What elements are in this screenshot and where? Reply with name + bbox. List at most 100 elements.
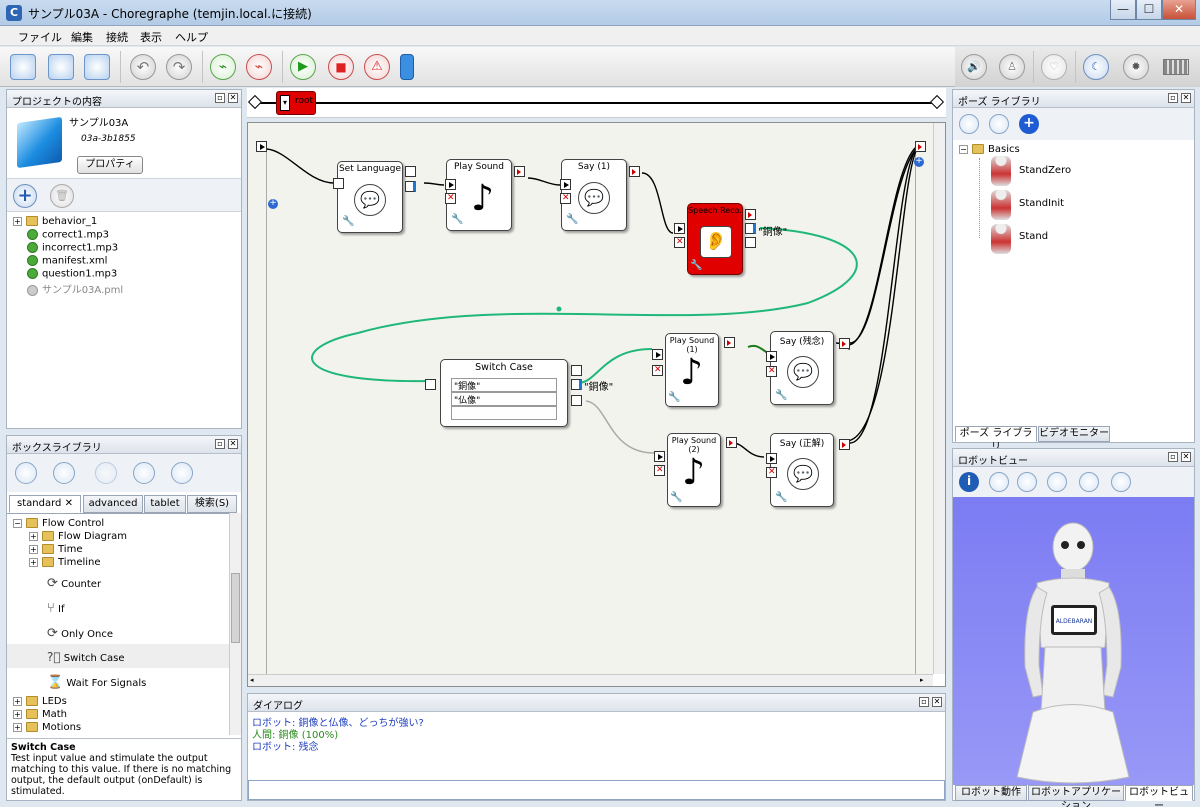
close-button[interactable]: ✕ (1162, 0, 1196, 20)
rest-moon-icon[interactable]: ☾ (1083, 54, 1109, 80)
add-output-icon[interactable]: + (914, 157, 924, 167)
close-icon[interactable]: ✕ (228, 93, 238, 103)
box-say-zannen[interactable]: Say (残念) 💬 🔧 (770, 331, 834, 405)
tree-folder-leds[interactable]: + LEDs (13, 696, 67, 707)
view-option-icon[interactable] (989, 472, 1009, 492)
speech-reco-output[interactable] (745, 209, 756, 220)
open-library-icon[interactable] (53, 462, 75, 484)
box-say-seikai[interactable]: Say (正解) 💬 🔧 (770, 433, 834, 507)
tab-tablet[interactable]: tablet (144, 495, 186, 513)
tab-robot-applications[interactable]: ロボットアプリケーション (1028, 785, 1124, 807)
menu-edit[interactable]: 編集 (71, 29, 93, 45)
properties-button[interactable]: プロパティ (77, 156, 143, 174)
info-icon[interactable]: i (959, 472, 979, 492)
wrench-icon[interactable]: 🔧 (775, 492, 787, 503)
start-input-port[interactable] (256, 141, 267, 152)
tab-standard[interactable]: standard ✕ (9, 495, 81, 513)
say-seikai-input[interactable] (766, 453, 777, 464)
view-option-icon[interactable] (1047, 472, 1067, 492)
say-1-input[interactable] (560, 179, 571, 190)
connect-icon[interactable]: ⌁ (210, 54, 236, 80)
switch-case-default-output[interactable] (571, 395, 582, 406)
flow-canvas[interactable]: + + Set Language 💬 🔧 Play Sound ♪ 🔧 Say … (248, 123, 933, 674)
set-language-output-2[interactable] (405, 181, 416, 192)
view-option-icon[interactable] (1017, 472, 1037, 492)
tree-folder-time[interactable]: + Time (29, 544, 82, 555)
tree-box-counter[interactable]: ⟳ Counter (47, 576, 101, 591)
stop-icon[interactable]: ■ (328, 54, 354, 80)
tab-robot-view[interactable]: ロボットビュー (1125, 785, 1193, 807)
wrench-icon[interactable]: 🔧 (668, 392, 680, 403)
zoom-icon[interactable] (1111, 472, 1131, 492)
tab-pose-library[interactable]: ポーズ ライブラリ (955, 426, 1037, 453)
say-seikai-stop[interactable] (766, 467, 777, 478)
disconnect-icon[interactable]: ⌁ (246, 54, 272, 80)
tree-folder-math[interactable]: + Math (13, 709, 67, 720)
speech-reco-word-output[interactable] (745, 223, 756, 234)
float-icon[interactable]: ▫ (919, 697, 929, 707)
root-breadcrumb[interactable]: ▾ root (276, 91, 316, 115)
open-pose-icon[interactable] (959, 114, 979, 134)
tab-search[interactable]: 検索(S) (187, 495, 237, 513)
switch-case-row[interactable] (451, 406, 557, 420)
export-library-icon[interactable] (133, 462, 155, 484)
tree-item-file[interactable]: question1.mp3 (27, 268, 117, 280)
view-option-icon[interactable] (1079, 472, 1099, 492)
say-zannen-stop[interactable] (766, 366, 777, 377)
menu-file[interactable]: ファイル (18, 29, 62, 45)
close-icon[interactable]: ✕ (228, 439, 238, 449)
end-output-port[interactable] (915, 141, 926, 152)
play-icon[interactable]: ▶ (290, 54, 316, 80)
warning-icon[interactable]: ⚠ (364, 54, 390, 80)
switch-case-input[interactable] (425, 379, 436, 390)
set-language-output[interactable] (405, 166, 416, 177)
speech-reco-stop[interactable] (674, 237, 685, 248)
tree-folder-motions[interactable]: + Motions (13, 722, 81, 733)
tree-item-file[interactable]: サンプル03A.pml (27, 281, 123, 296)
wrench-icon[interactable]: 🔧 (566, 214, 578, 225)
close-icon[interactable]: ✕ (932, 697, 942, 707)
tree-box-switch-case[interactable]: ?⃝ Switch Case (47, 650, 124, 664)
expand-icon[interactable]: + (13, 722, 22, 732)
volume-icon[interactable]: 🔊 (961, 54, 987, 80)
maximize-button[interactable]: ☐ (1136, 0, 1162, 20)
play-sound-1-output[interactable] (724, 337, 735, 348)
say-seikai-output[interactable] (839, 439, 850, 450)
switch-case-output-1[interactable] (571, 365, 582, 376)
redo-icon[interactable]: ↷ (166, 54, 192, 80)
expand-icon[interactable]: + (13, 216, 22, 226)
pose-standinit[interactable]: StandInit (1019, 198, 1064, 209)
say-1-stop[interactable] (560, 193, 571, 204)
tree-scrollbar[interactable] (229, 513, 241, 735)
wrench-icon[interactable]: 🔧 (342, 216, 354, 227)
switch-case-row[interactable]: "仏像" (451, 392, 557, 406)
open-project-icon[interactable] (48, 54, 74, 80)
tree-box-only-once[interactable]: ⟳ Only Once (47, 626, 113, 641)
box-switch-case[interactable]: Switch Case "銅像" "仏像" (440, 359, 568, 427)
scroll-right-icon[interactable]: ▸ (920, 677, 926, 684)
scroll-thumb[interactable] (231, 573, 240, 643)
speech-reco-input[interactable] (674, 223, 685, 234)
canvas-horizontal-scrollbar[interactable]: ◂ ▸ (248, 674, 933, 686)
tree-box-wait-for-signals[interactable]: ⌛ Wait For Signals (47, 675, 146, 690)
wrench-icon[interactable]: 🔧 (451, 214, 463, 225)
wrench-icon[interactable]: 🔧 (690, 260, 702, 271)
tree-folder-timeline[interactable]: + Timeline (29, 557, 101, 568)
box-set-language[interactable]: Set Language 💬 🔧 (337, 161, 403, 233)
play-sound-output[interactable] (514, 166, 525, 177)
close-icon[interactable]: ✕ (1181, 93, 1191, 103)
new-box-icon[interactable] (15, 462, 37, 484)
collapse-icon[interactable]: − (13, 518, 22, 528)
undo-icon[interactable]: ↶ (130, 54, 156, 80)
pose-standzero[interactable]: StandZero (1019, 165, 1071, 176)
add-pose-icon[interactable]: + (1019, 114, 1039, 134)
robot-3d-view[interactable]: ALDEBARAN (953, 497, 1194, 785)
tab-robot-motion[interactable]: ロボット動作 (955, 785, 1027, 801)
box-play-sound-2[interactable]: Play Sound (2) ♪ 🔧 (667, 433, 721, 507)
wrench-icon[interactable]: 🔧 (775, 390, 787, 401)
delete-icon[interactable]: 🗑 (50, 184, 74, 208)
tree-folder-flow-control[interactable]: − Flow Control (13, 518, 104, 529)
tree-item-file[interactable]: incorrect1.mp3 (27, 242, 118, 254)
tree-item-file[interactable]: correct1.mp3 (27, 229, 109, 241)
expand-icon[interactable]: + (13, 696, 22, 706)
